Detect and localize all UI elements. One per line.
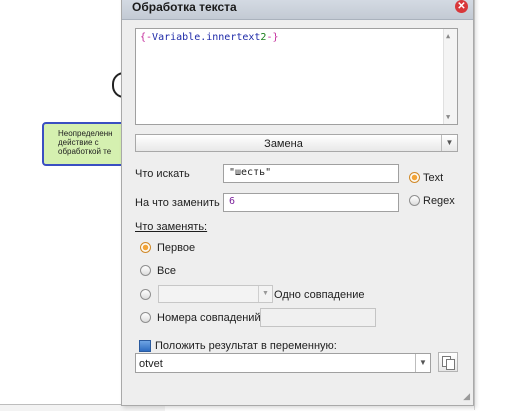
- result-variable-select[interactable]: otvet ▼: [135, 353, 431, 373]
- chevron-down-icon[interactable]: ▼: [441, 135, 457, 151]
- chevron-down-icon[interactable]: ▼: [258, 286, 272, 302]
- canvas-action-node[interactable]: Неопределенн действие с обработкой те: [42, 122, 132, 166]
- radio-match-numbers[interactable]: [140, 312, 151, 323]
- code-variable: Variable.innertext: [152, 32, 261, 43]
- radio-first-label: Первое: [157, 242, 196, 254]
- radio-match-numbers-label: Номера совпадений: [157, 312, 261, 324]
- scroll-up-icon[interactable]: ▲: [446, 32, 450, 40]
- find-input[interactable]: "шесть": [223, 164, 399, 183]
- node-label-line-3: обработкой те: [58, 147, 112, 156]
- radio-text-label: Text: [423, 172, 444, 184]
- radio-regex[interactable]: [409, 195, 420, 206]
- result-variable-value: otvet: [139, 358, 163, 370]
- match-numbers-input[interactable]: [260, 308, 376, 327]
- input-text-area[interactable]: {-Variable.innertext2-} ▲ ▼: [135, 28, 458, 125]
- what-to-replace-heading: Что заменять:: [135, 221, 208, 233]
- code-close-brace: -}: [266, 32, 279, 43]
- put-result-checkbox[interactable]: [139, 340, 151, 352]
- scroll-down-icon[interactable]: ▼: [446, 113, 450, 121]
- radio-first[interactable]: [140, 242, 151, 253]
- radio-all-label: Все: [157, 265, 176, 277]
- code-open-brace: {-: [140, 32, 153, 43]
- divider: [474, 0, 475, 410]
- replace-input[interactable]: 6: [223, 193, 399, 212]
- put-result-label: Положить результат в переменную:: [155, 340, 337, 352]
- text-area-scrollbar[interactable]: ▲ ▼: [443, 29, 457, 124]
- close-icon[interactable]: ✕: [455, 0, 468, 13]
- dialog-titlebar[interactable]: Обработка текста ✕: [122, 0, 473, 20]
- replace-label: На что заменить: [135, 197, 220, 209]
- match-index-select[interactable]: ▼: [158, 285, 273, 303]
- copy-icon[interactable]: [438, 352, 458, 372]
- dialog-title: Обработка текста: [132, 0, 237, 14]
- radio-text[interactable]: [409, 172, 420, 183]
- node-label-line-1: Неопределенн: [58, 129, 113, 138]
- radio-one-match[interactable]: [140, 289, 151, 300]
- resize-grip-icon[interactable]: ◢: [463, 391, 470, 402]
- text-processing-dialog: Обработка текста ✕ {-Variable.innertext2…: [121, 0, 474, 406]
- chevron-down-icon[interactable]: ▼: [415, 354, 430, 372]
- radio-all[interactable]: [140, 265, 151, 276]
- radio-regex-label: Regex: [423, 195, 455, 207]
- node-label-line-2: действие с: [58, 138, 99, 147]
- find-label: Что искать: [135, 168, 190, 180]
- operation-selected-value: Замена: [264, 138, 303, 150]
- operation-select[interactable]: Замена ▼: [135, 134, 458, 152]
- radio-one-match-label: Одно совпадение: [274, 289, 365, 301]
